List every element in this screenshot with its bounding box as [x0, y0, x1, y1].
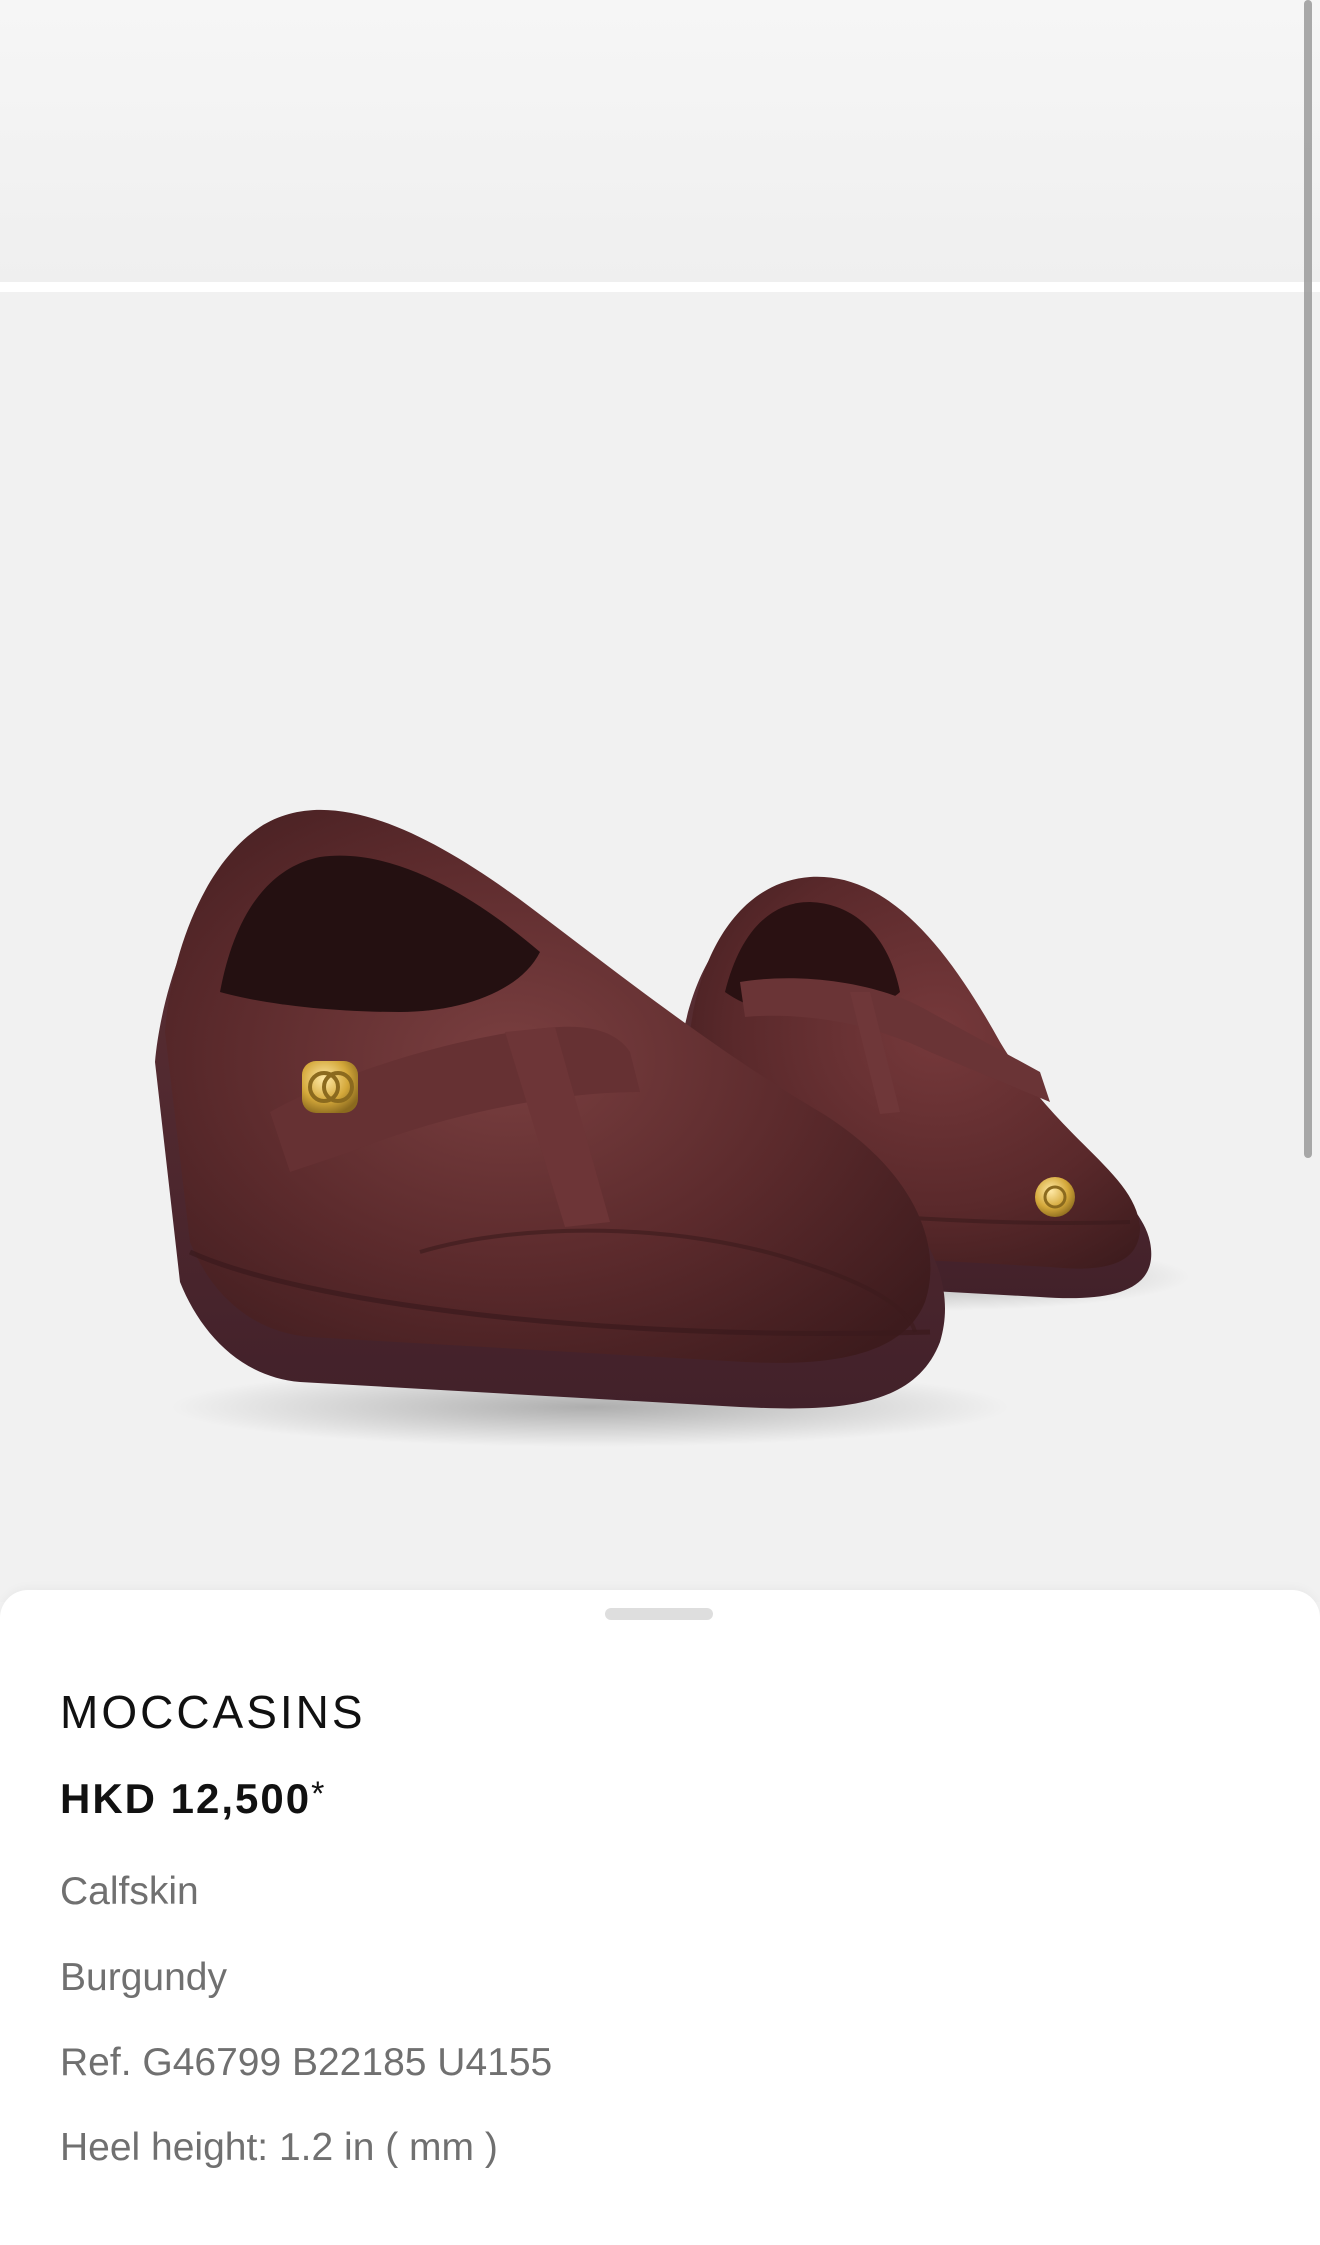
product-price: HKD 12,500*: [60, 1775, 326, 1823]
product-reference: Ref. G46799 B22185 U4155: [60, 2041, 553, 2084]
product-material: Calfskin: [60, 1870, 199, 1913]
product-title: MOCCASINS: [60, 1686, 366, 1738]
product-image[interactable]: [0, 292, 1320, 1602]
product-color: Burgundy: [60, 1956, 227, 1999]
product-heel-height: Heel height: 1.2 in ( mm ): [60, 2126, 498, 2169]
previous-product-image[interactable]: [0, 0, 1320, 282]
moccasins-image: [155, 809, 1190, 1447]
product-page: MOCCASINS HKD 12,500* Calfskin Burgundy …: [0, 0, 1320, 2245]
price-value: HKD 12,500: [60, 1775, 312, 1822]
drag-handle-icon[interactable]: [605, 1608, 713, 1620]
product-details-sheet[interactable]: MOCCASINS HKD 12,500* Calfskin Burgundy …: [0, 1590, 1320, 2245]
scrollbar[interactable]: [1304, 0, 1312, 1158]
price-footnote-mark: *: [311, 1775, 327, 1813]
image-divider: [0, 282, 1320, 292]
